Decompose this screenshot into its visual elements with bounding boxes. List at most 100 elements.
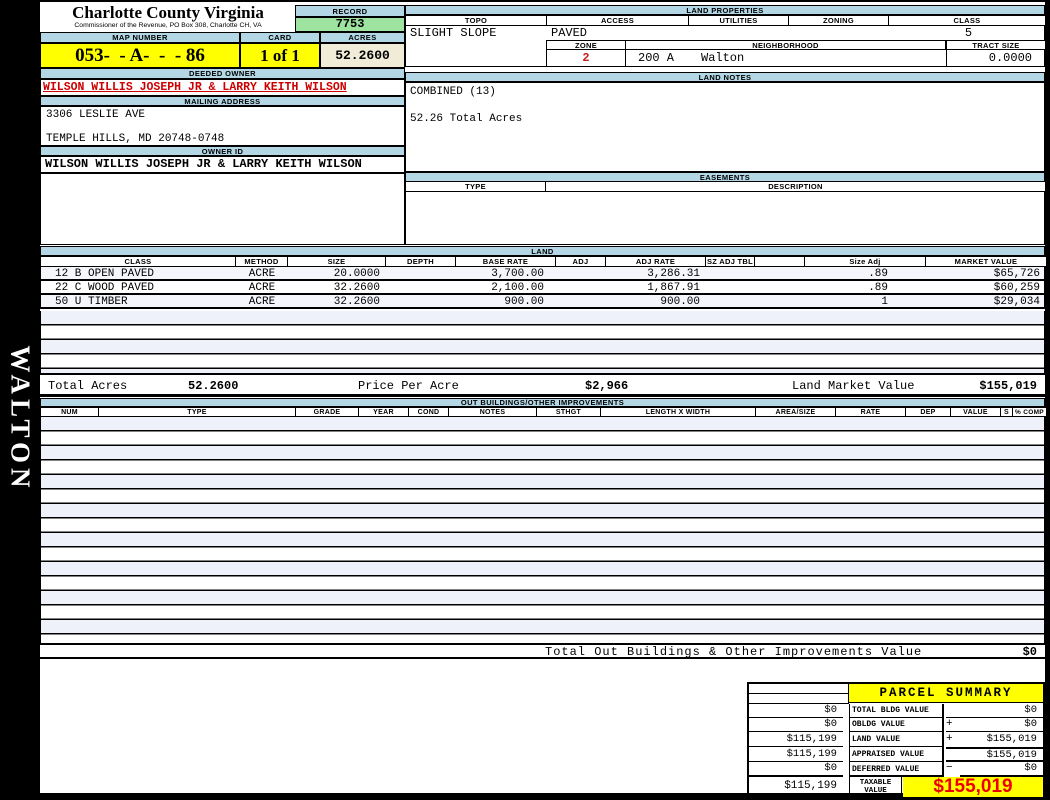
land-market-value-total: $155,019 — [979, 375, 1037, 397]
sidebar-vertical-label: WALTON — [5, 346, 36, 466]
land-row-blank — [755, 267, 805, 279]
ob-col-pct-comp: % COMP — [1013, 408, 1046, 416]
land-note-line2: 52.26 Total Acres — [410, 113, 522, 125]
easements-section-label: EASEMENTS — [405, 172, 1045, 182]
easement-description-label: DESCRIPTION — [546, 182, 1046, 191]
land-row: 12 B OPEN PAVED ACRE 20.0000 3,700.00 3,… — [41, 267, 1044, 281]
land-row-size-adj: 1 — [805, 295, 926, 307]
ob-col-dep: DEP — [906, 408, 951, 416]
total-acres-label: Total Acres — [48, 375, 127, 397]
land-row-blank — [755, 295, 805, 307]
access-value: PAVED — [551, 26, 587, 40]
out-buildings-empty-rows — [40, 417, 1045, 643]
land-properties-header-row: TOPO ACCESS UTILITIES ZONING CLASS — [405, 15, 1045, 25]
ps-row2-underline — [946, 718, 1043, 732]
land-row-blank — [755, 281, 805, 293]
land-row-base-rate: 3,700.00 — [456, 267, 556, 279]
acres-value: 52.2600 — [320, 43, 405, 68]
acres-label: ACRES — [320, 32, 405, 43]
ps-value-taxable: $155,019 — [903, 777, 1043, 797]
land-col-class: CLASS — [41, 257, 236, 266]
land-row-market-value: $60,259 — [926, 281, 1046, 293]
land-note-line1: COMBINED (13) — [410, 86, 496, 98]
ob-col-area-size: AREA/SIZE — [756, 408, 836, 416]
land-row-size-adj: .89 — [805, 281, 926, 293]
ob-total-label: Total Out Buildings & Other Improvements… — [545, 645, 922, 659]
mailing-address-line1: 3306 LESLIE AVE — [46, 109, 145, 121]
land-col-size: SIZE — [288, 257, 386, 266]
land-col-method: METHOD — [236, 257, 288, 266]
record-label: RECORD — [295, 5, 405, 17]
total-acres-value: 52.2600 — [188, 375, 238, 397]
land-row-sz-adj-tbl — [706, 295, 755, 307]
ob-col-value: VALUE — [951, 408, 1001, 416]
ob-col-num: NUM — [41, 408, 99, 416]
ps-prior-total-bldg: $0 — [749, 704, 843, 718]
price-per-acre-label: Price Per Acre — [358, 375, 459, 397]
neighborhood-name: Walton — [701, 50, 744, 67]
ob-col-type: TYPE — [99, 408, 296, 416]
county-subtitle: Commissioner of the Revenue, PO Box 308,… — [42, 22, 294, 30]
land-row-depth — [386, 295, 456, 307]
ps-label-taxable: TAXABLE VALUE — [849, 777, 902, 797]
land-notes-section-label: LAND NOTES — [405, 72, 1045, 82]
ob-col-cond: COND — [409, 408, 449, 416]
neighborhood-label: NEIGHBORHOOD — [626, 40, 946, 50]
land-section-label: LAND — [40, 246, 1045, 256]
land-row: 50 U TIMBER ACRE 32.2600 900.00 900.00 1… — [41, 295, 1044, 309]
ps-label-land: LAND VALUE — [849, 732, 944, 747]
ps-value-deferred: $0 — [960, 762, 1043, 777]
land-notes-panel: COMBINED (13) 52.26 Total Acres — [405, 82, 1045, 172]
land-row-sz-adj-tbl — [706, 267, 755, 279]
tract-size-value: 0.0000 — [946, 50, 1038, 67]
topo-column-label: TOPO — [406, 16, 547, 25]
mailing-address-label: MAILING ADDRESS — [40, 96, 405, 106]
ob-col-year: YEAR — [359, 408, 409, 416]
land-row-market-value: $29,034 — [926, 295, 1046, 307]
parcel-summary-title: PARCEL SUMMARY — [849, 684, 1043, 703]
easements-header-row: TYPE DESCRIPTION — [405, 182, 1045, 191]
land-row-method: ACRE — [236, 267, 288, 279]
ps-label-obldg: OBLDG VALUE — [849, 718, 944, 732]
land-row-market-value: $65,726 — [926, 267, 1046, 279]
land-empty-rows — [40, 311, 1045, 373]
owner-blank-panel — [40, 173, 405, 245]
mailing-address-line2: TEMPLE HILLS, MD 20748-0748 — [46, 133, 224, 145]
land-row-adj-rate: 1,867.91 — [606, 281, 706, 293]
ps-header-blank-top — [749, 684, 849, 694]
ps-value-total-bldg: $0 — [946, 704, 1043, 718]
ps-prior-deferred: $0 — [749, 762, 843, 777]
map-number-value: 053- - A- - - 86 — [40, 43, 240, 68]
ps-prior-appraised: $115,199 — [749, 747, 843, 762]
land-row-class: 50 U TIMBER — [41, 295, 236, 307]
easements-panel — [405, 191, 1045, 245]
topo-value: SLIGHT SLOPE — [410, 26, 496, 40]
deeded-owner-value: WILSON WILLIS JOSEPH JR & LARRY KEITH WI… — [40, 79, 405, 96]
ps-op-deferred: − — [946, 762, 960, 777]
land-row-adj — [556, 295, 606, 307]
property-record-card: WALTON Charlotte County Virginia Commiss… — [0, 0, 1050, 800]
land-col-sz-adj-tbl: SZ ADJ TBL — [706, 257, 755, 266]
land-row-class: 22 C WOOD PAVED — [41, 281, 236, 293]
ps-label-deferred: DEFERRED VALUE — [849, 762, 944, 777]
land-col-market-value: MARKET VALUE — [926, 257, 1046, 266]
land-row-size-adj: .89 — [805, 267, 926, 279]
land-row-method: ACRE — [236, 295, 288, 307]
land-row-method: ACRE — [236, 281, 288, 293]
out-buildings-total-row: Total Out Buildings & Other Improvements… — [40, 643, 1045, 659]
land-row-sz-adj-tbl — [706, 281, 755, 293]
land-row-adj-rate: 3,286.31 — [606, 267, 706, 279]
land-totals-row: Total Acres 52.2600 Price Per Acre $2,96… — [40, 373, 1045, 397]
land-col-depth: DEPTH — [386, 257, 456, 266]
land-row-base-rate: 900.00 — [456, 295, 556, 307]
land-row-adj-rate: 900.00 — [606, 295, 706, 307]
class-value: 5 — [891, 26, 1046, 40]
map-number-label: MAP NUMBER — [40, 32, 240, 43]
land-col-adj: ADJ — [556, 257, 606, 266]
out-buildings-header-row: NUM TYPE GRADE YEAR COND NOTES STHGT LEN… — [40, 407, 1045, 417]
owner-id-label: OWNER ID — [40, 146, 405, 156]
land-row-class: 12 B OPEN PAVED — [41, 267, 236, 279]
ob-col-s: S — [1001, 408, 1013, 416]
neighborhood-code: 200 A — [638, 50, 674, 67]
access-column-label: ACCESS — [547, 16, 689, 25]
